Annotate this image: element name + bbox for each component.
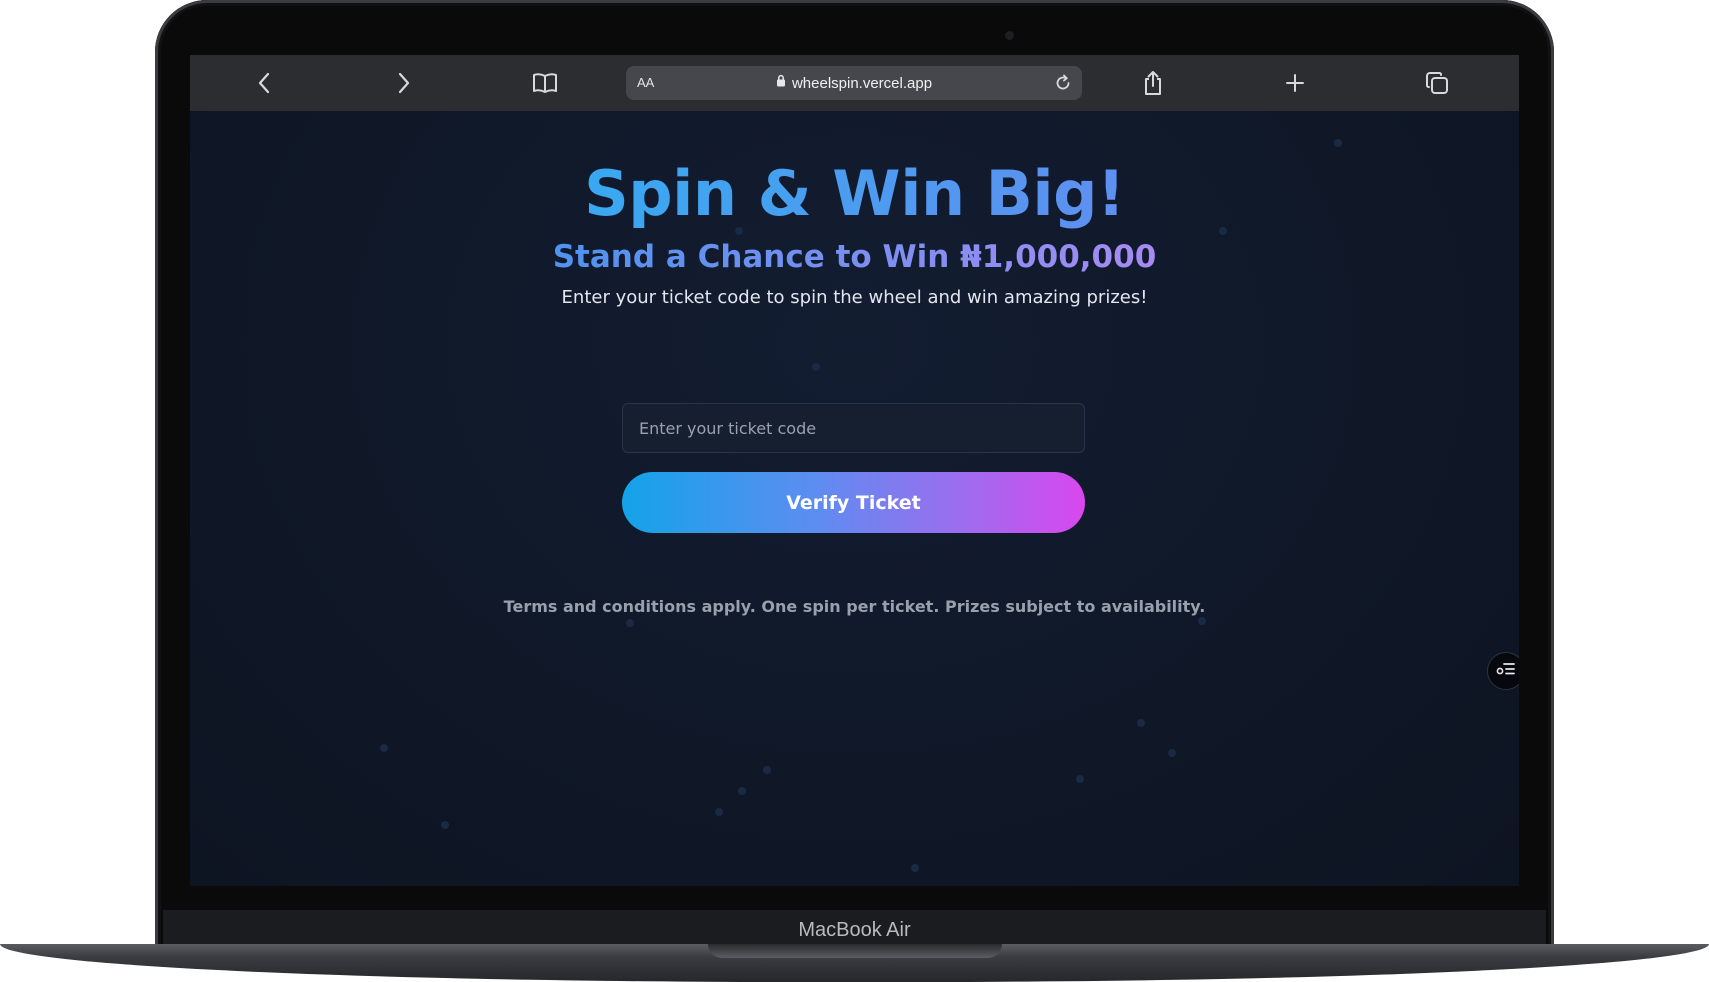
background-dot: [738, 787, 746, 795]
background-dot: [1334, 139, 1342, 147]
background-dot: [626, 619, 634, 627]
ticket-code-input[interactable]: [622, 403, 1085, 453]
background-dot: [1198, 617, 1206, 625]
background-dot: [1076, 775, 1084, 783]
lock-icon: [776, 74, 786, 92]
page-subtitle: Stand a Chance to Win ₦1,000,000: [190, 237, 1519, 277]
verify-ticket-button[interactable]: Verify Ticket: [622, 472, 1085, 533]
page-title: Spin & Win Big!: [190, 157, 1519, 231]
terms-text: Terms and conditions apply. One spin per…: [503, 597, 1206, 616]
webcam: [1005, 31, 1014, 40]
reload-icon[interactable]: [1050, 70, 1076, 96]
background-dot: [1137, 719, 1145, 727]
background-dot: [1168, 749, 1176, 757]
page-subtitle-text: Stand a Chance to Win ₦1,000,000: [552, 239, 1157, 275]
address-bar[interactable]: AA wheelspin.vercel.app: [626, 66, 1082, 100]
share-icon[interactable]: [1139, 69, 1167, 97]
url-container: wheelspin.vercel.app: [626, 66, 1082, 100]
forward-icon[interactable]: [390, 69, 418, 97]
browser-toolbar: AA wheelspin.vercel.app: [190, 55, 1519, 111]
floating-options-button[interactable]: [1487, 652, 1519, 690]
laptop-hinge-notch: [708, 944, 1002, 958]
page-tagline: Enter your ticket code to spin the wheel…: [561, 287, 1148, 308]
bookmarks-icon[interactable]: [531, 69, 559, 97]
options-list-icon: [1496, 661, 1516, 682]
web-page: Spin & Win Big! Stand a Chance to Win ₦1…: [190, 111, 1519, 886]
background-dot: [441, 821, 449, 829]
new-tab-icon[interactable]: [1281, 69, 1309, 97]
laptop-screen: AA wheelspin.vercel.app Spin & Win Big! …: [190, 55, 1519, 886]
tabs-overview-icon[interactable]: [1423, 69, 1451, 97]
background-dot: [715, 808, 723, 816]
back-icon[interactable]: [250, 69, 278, 97]
url-text: wheelspin.vercel.app: [791, 74, 933, 92]
stage: AA wheelspin.vercel.app Spin & Win Big! …: [0, 0, 1709, 982]
background-dot: [380, 744, 388, 752]
background-dot: [911, 864, 919, 872]
background-dot: [812, 363, 820, 371]
page-title-text: Spin & Win Big!: [584, 157, 1125, 230]
background-dot: [763, 766, 771, 774]
